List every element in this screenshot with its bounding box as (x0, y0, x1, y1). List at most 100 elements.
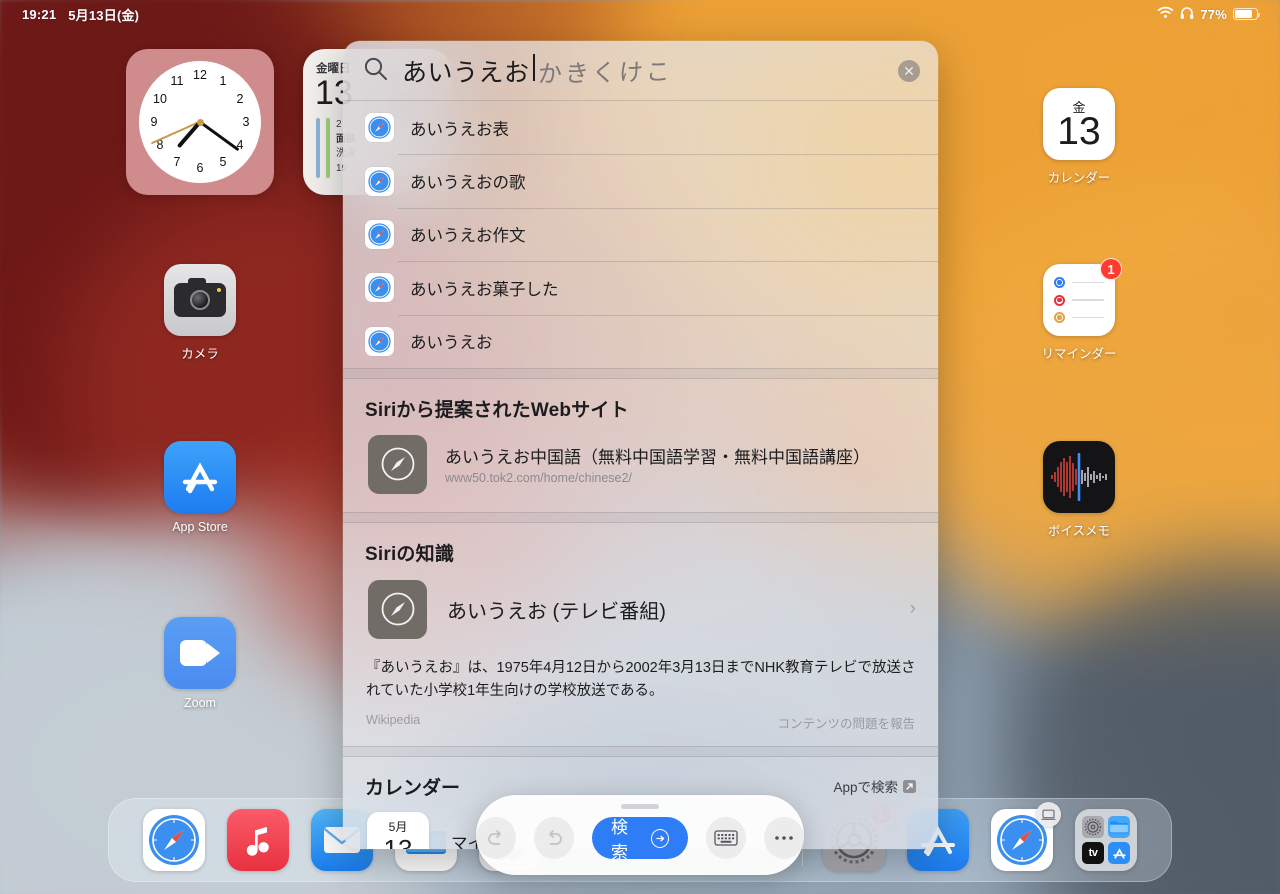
app-label: カメラ (181, 347, 219, 361)
clock-face: 12 1 2 3 4 5 6 7 8 9 10 11 (139, 61, 261, 183)
undo-button[interactable] (476, 817, 516, 859)
clock-number: 6 (196, 161, 204, 175)
section-heading: Siriの知識 (365, 543, 455, 565)
app-icon-zoom[interactable]: Zoom (140, 617, 260, 710)
mini-icon-apple-tv: tv (1082, 842, 1104, 864)
safari-icon (365, 326, 394, 356)
section-heading: カレンダー (365, 777, 461, 799)
knowledge-source: Wikipedia (366, 712, 421, 727)
app-label: ボイスメモ (1047, 524, 1111, 538)
search-icon (363, 56, 388, 86)
camera-icon (164, 264, 236, 336)
list-item-label: あいうえお表 (410, 120, 509, 139)
clock-number: 7 (173, 155, 181, 169)
battery-percent: 77% (1200, 6, 1227, 22)
wifi-icon (1157, 6, 1174, 22)
siri-knowledge-section: Siriの知識 あいうえお (テレビ番組) › 『あいうえお』は、1975年4月… (343, 523, 938, 732)
spotlight-search-panel: あいうえお かきくけこ ✕ あいうえお表 あいうえおの歌 あいうえお作文 あいう… (343, 41, 938, 849)
siri-suggested-websites-section: Siriから提案されたWebサイト あいうえお中国語（無料中国語学習・無料中国語… (343, 379, 938, 512)
safari-icon (365, 166, 394, 196)
search-input[interactable]: あいうえお かきくけこ (402, 53, 898, 89)
zoom-icon (164, 617, 236, 689)
section-divider (343, 511, 938, 523)
list-item[interactable]: あいうえお (343, 314, 938, 368)
knowledge-body-text: 『あいうえお』は、1975年4月12日から2002年3月13日までNHK教育テレ… (366, 659, 916, 700)
voice-memos-icon (1043, 441, 1115, 513)
app-icon-app-store[interactable]: App Store (140, 441, 260, 534)
clock-number: 1 (219, 74, 227, 88)
app-icon-voice-memos[interactable]: ボイスメモ (1019, 441, 1139, 539)
dock-item-music[interactable] (227, 809, 289, 871)
app-icon-calendar[interactable]: 金 13 カレンダー (1019, 88, 1139, 186)
arrow-right-icon (651, 828, 670, 848)
mini-icon-app-store (1108, 842, 1130, 864)
reminders-icon: 1 (1043, 258, 1122, 336)
status-badge: 1 (1100, 258, 1122, 280)
clock-number: 2 (236, 92, 244, 106)
dock-item-safari[interactable] (143, 809, 205, 871)
safari-compass-icon (368, 434, 427, 494)
scribble-toolbar: 検索 (476, 795, 804, 875)
status-date: 5月13日(金) (68, 7, 140, 23)
safari-icon (365, 219, 394, 249)
status-time: 19:21 (22, 6, 57, 22)
list-item-title: あいうえお中国語（無料中国語学習・無料中国語講座） (445, 448, 870, 468)
clock-number: 3 (242, 115, 250, 129)
app-label: リマインダー (1041, 347, 1117, 361)
external-link-icon (903, 779, 916, 793)
search-scribble-text: かきくけこ (536, 57, 674, 88)
clock-number: 9 (150, 115, 158, 129)
app-label: Zoom (184, 696, 216, 710)
section-heading: Siriから提案されたWebサイト (365, 399, 629, 421)
event-bar (326, 118, 330, 178)
suggestion-list: あいうえお表 あいうえおの歌 あいうえお作文 あいうえお菓子した あいうえお (343, 101, 938, 368)
calendar-result-month: 5月 (388, 819, 408, 834)
search-in-app-button[interactable]: Appで検索 (833, 776, 916, 796)
mini-icon-settings (1082, 816, 1104, 838)
search-typed-text: あいうえお (402, 58, 530, 87)
list-item[interactable]: あいうえお中国語（無料中国語学習・無料中国語講座） www50.tok2.com… (365, 422, 916, 512)
safari-icon (365, 273, 394, 303)
reminder-dot (1054, 294, 1065, 306)
list-item[interactable]: あいうえおの歌 (343, 154, 938, 207)
app-icon-reminders[interactable]: 1 リマインダー (1019, 258, 1139, 362)
clock-center-dot (196, 118, 204, 126)
safari-compass-icon (368, 579, 427, 639)
dock-item-safari-handoff[interactable] (991, 802, 1061, 871)
list-item[interactable]: あいうえお (テレビ番組) › (365, 566, 916, 639)
clear-search-button[interactable]: ✕ (898, 59, 920, 82)
drag-handle[interactable] (621, 804, 659, 809)
clock-widget[interactable]: 12 1 2 3 4 5 6 7 8 9 10 11 (126, 49, 274, 195)
report-content-link[interactable]: コンテンツの問題を報告 (777, 713, 915, 732)
keyboard-button[interactable] (706, 817, 747, 859)
list-item-label: あいうえおの歌 (410, 174, 526, 193)
more-options-button[interactable] (764, 817, 804, 859)
search-bar[interactable]: あいうえお かきくけこ ✕ (343, 41, 938, 101)
clock-number: 11 (170, 74, 184, 88)
calendar-icon: 金 13 (1043, 88, 1115, 160)
text-caret (532, 53, 535, 81)
list-item[interactable]: あいうえお菓子した (343, 261, 938, 314)
event-bar (316, 118, 320, 178)
section-divider (343, 745, 938, 757)
search-submit-button[interactable]: 検索 (591, 817, 689, 862)
handoff-laptop-icon (1036, 802, 1061, 827)
search-in-app-label: Appで検索 (833, 780, 898, 796)
reminder-dot (1054, 277, 1065, 288)
list-item[interactable]: あいうえお表 (343, 101, 938, 154)
status-bar: 19:21 5月13日(金) 77% (0, 0, 1280, 28)
redo-button[interactable] (533, 817, 574, 859)
app-label: App Store (172, 520, 228, 534)
battery-icon (1233, 8, 1260, 20)
list-item-url: www50.tok2.com/home/chinese2/ (445, 471, 632, 486)
clock-number: 10 (153, 92, 167, 106)
app-icon-camera[interactable]: カメラ (140, 264, 260, 362)
list-item-label: あいうえお (410, 334, 493, 353)
calendar-result-card[interactable]: 5月 13 (367, 811, 429, 849)
list-item[interactable]: あいうえお作文 (343, 207, 938, 261)
clock-number: 12 (193, 68, 207, 82)
dock-item-recent-folder[interactable]: tv (1075, 809, 1137, 871)
mini-icon-files (1108, 816, 1130, 838)
section-divider (343, 367, 938, 379)
reminder-dot (1054, 312, 1065, 323)
